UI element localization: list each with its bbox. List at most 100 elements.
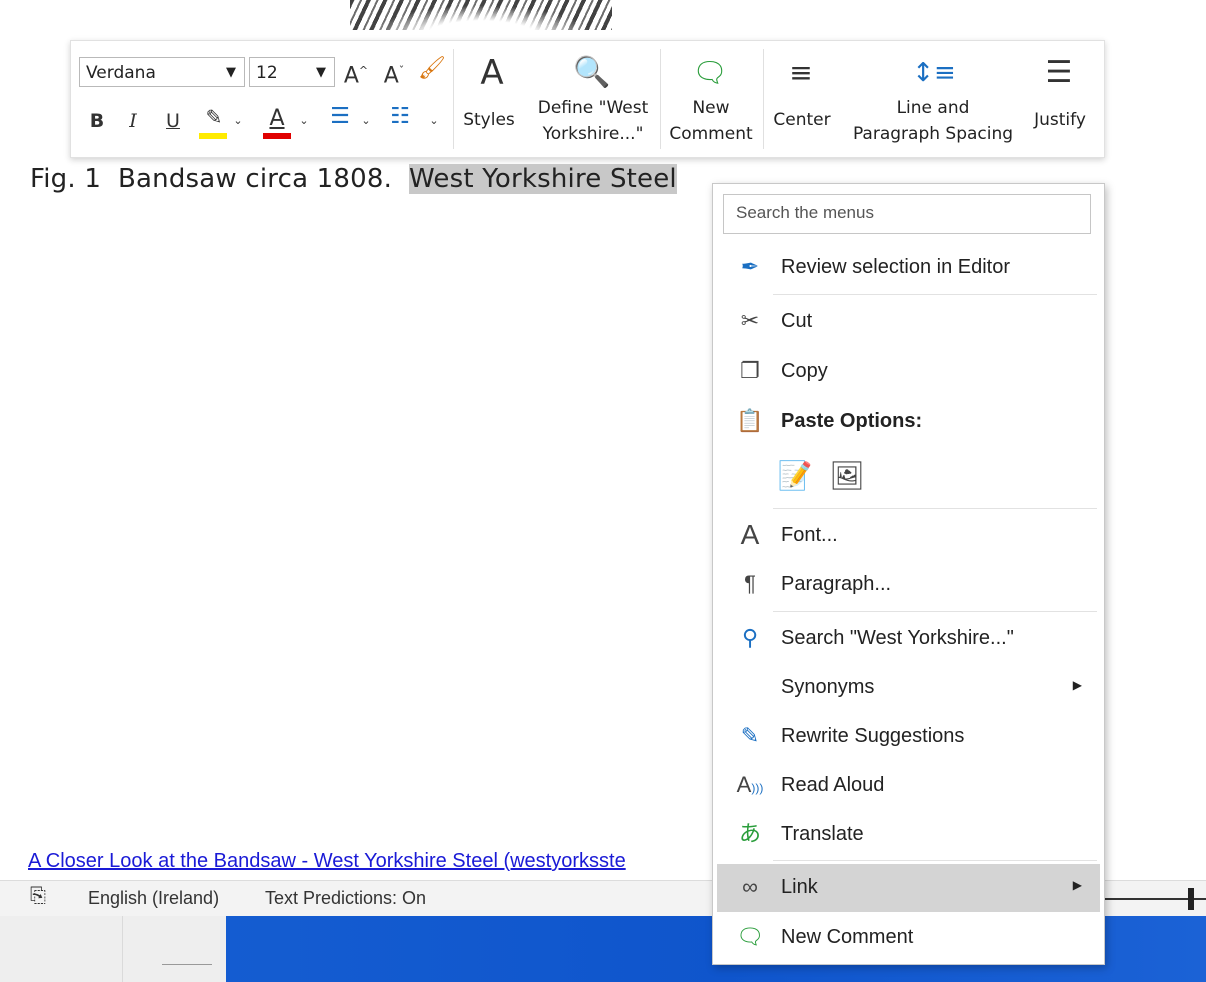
spacing-line2: Paragraph Spacing — [852, 124, 1014, 144]
font-name-value: Verdana — [86, 63, 156, 83]
font-size-value: 12 — [256, 63, 278, 83]
styles-button[interactable]: Styles — [459, 107, 519, 133]
zoom-slider-thumb[interactable] — [1188, 888, 1194, 910]
chevron-down-icon[interactable]: ⌄ — [231, 109, 245, 133]
proofing-icon[interactable]: ⎘ — [30, 885, 46, 908]
menu-item-label: Paragraph... — [781, 573, 892, 595]
figure-caption[interactable]: Fig. 1 Bandsaw circa 1808. West Yorkshir… — [30, 164, 677, 194]
document-image — [350, 0, 612, 30]
chevron-down-icon[interactable]: ⌄ — [427, 109, 441, 133]
document-hyperlink[interactable]: A Closer Look at the Bandsaw - West York… — [28, 850, 626, 873]
menu-item-synonyms[interactable]: Synonyms ▶ — [717, 664, 1100, 710]
define-button[interactable]: Define "West Yorkshire..." — [529, 95, 657, 147]
editor-pen-icon: ✒ — [740, 254, 760, 279]
format-painter-icon[interactable]: 🖌 — [417, 57, 447, 81]
rewrite-icon: ✎ — [740, 723, 760, 748]
caption-text: Fig. 1 Bandsaw circa 1808. — [30, 164, 410, 194]
highlight-button[interactable]: ✎ — [197, 105, 231, 130]
justify-button[interactable]: Justify — [1027, 107, 1093, 133]
font-icon: A — [740, 519, 760, 550]
grow-font-button[interactable]: A^ — [341, 59, 371, 88]
menu-item-label: Synonyms — [781, 676, 875, 698]
font-name-combo[interactable]: Verdana ▼ — [79, 57, 245, 87]
underline-button[interactable]: U — [161, 109, 185, 133]
menu-item-new-comment[interactable]: 🗨 New Comment — [717, 914, 1100, 960]
font-size-combo[interactable]: 12 ▼ — [249, 57, 335, 87]
menu-item-link[interactable]: ∞ Link ▶ — [717, 864, 1100, 912]
justify-icon[interactable]: ☰ — [1037, 53, 1081, 93]
highlight-swatch — [199, 133, 227, 139]
menu-item-label: Read Aloud — [781, 774, 885, 796]
menu-item-label: Rewrite Suggestions — [781, 725, 965, 747]
taskbar-divider — [122, 916, 123, 982]
menu-item-search[interactable]: ⚲ Search "West Yorkshire..." — [717, 615, 1100, 661]
chevron-down-icon[interactable]: ▼ — [226, 58, 236, 88]
search-icon: ⚲ — [741, 625, 759, 650]
styles-icon[interactable]: A — [467, 51, 517, 95]
line-spacing-button[interactable]: Line and Paragraph Spacing — [841, 95, 1025, 147]
toolbar-divider — [453, 49, 454, 149]
align-center-icon[interactable]: ≡ — [781, 53, 821, 93]
translate-icon: あ — [738, 821, 761, 846]
menu-item-cut[interactable]: ✂ Cut — [717, 298, 1100, 344]
line-spacing-icon[interactable]: ↕≡ — [909, 53, 959, 93]
new-comment-icon[interactable]: 🗨 — [685, 53, 735, 93]
menu-item-rewrite-suggestions[interactable]: ✎ Rewrite Suggestions — [717, 713, 1100, 759]
menu-item-translate[interactable]: あ Translate — [717, 811, 1100, 857]
menu-separator — [773, 508, 1097, 509]
define-label-line1: Define "West — [537, 98, 649, 118]
menu-item-label: Translate — [781, 823, 864, 845]
highlighter-icon: ✎ — [205, 105, 223, 129]
scissors-icon: ✂ — [740, 308, 760, 333]
menu-separator — [773, 860, 1097, 861]
context-menu: Search the menus ✒ Review selection in E… — [712, 183, 1105, 965]
italic-button[interactable]: I — [121, 109, 145, 133]
underline-label: U — [166, 110, 180, 132]
menu-item-read-aloud[interactable]: A))) Read Aloud — [717, 762, 1100, 808]
bold-button[interactable]: B — [85, 109, 109, 133]
define-label-line2: Yorkshire..." — [542, 124, 644, 144]
menu-item-paragraph[interactable]: ¶ Paragraph... — [717, 561, 1100, 607]
menu-item-copy[interactable]: ❐ Copy — [717, 348, 1100, 394]
paragraph-icon: ¶ — [744, 571, 756, 596]
menu-item-paste-options: 📋 Paste Options: — [717, 398, 1100, 444]
bold-label: B — [89, 110, 105, 132]
chevron-down-icon[interactable]: ▼ — [316, 58, 326, 88]
paste-picture-icon[interactable]: 🖼 — [829, 458, 865, 494]
toolbar-divider — [660, 49, 661, 149]
menu-separator — [773, 294, 1097, 295]
shrink-font-button[interactable]: Aˇ — [379, 59, 409, 88]
toolbar-divider — [763, 49, 764, 149]
numbering-icon[interactable]: ☷ — [385, 105, 415, 129]
selected-text[interactable]: West Yorkshire Steel — [409, 164, 677, 194]
chevron-down-icon[interactable]: ⌄ — [297, 109, 311, 133]
menu-item-label: Copy — [781, 360, 828, 382]
menu-item-label: Paste Options: — [781, 410, 923, 432]
taskbar-indicator — [162, 964, 212, 965]
bullets-icon[interactable]: ☰ — [325, 105, 355, 129]
text-predictions-status[interactable]: Text Predictions: On — [265, 888, 426, 909]
copy-icon: ❐ — [740, 358, 760, 383]
menu-item-label: Font... — [781, 524, 838, 546]
language-status[interactable]: English (Ireland) — [88, 888, 219, 909]
new-comment-line1: New — [692, 98, 730, 118]
define-icon[interactable]: 🔍 — [567, 51, 617, 95]
spacing-line1: Line and — [896, 98, 970, 118]
menu-item-label: Review selection in Editor — [781, 256, 1010, 278]
font-color-swatch — [263, 133, 291, 139]
menu-item-review-selection[interactable]: ✒ Review selection in Editor — [717, 244, 1100, 290]
taskbar-panel — [0, 916, 226, 982]
menu-item-label: Search "West Yorkshire..." — [781, 627, 1014, 649]
menu-item-font[interactable]: A Font... — [717, 512, 1100, 558]
paste-keep-formatting-icon[interactable]: 📝 — [777, 458, 813, 494]
center-button[interactable]: Center — [767, 107, 837, 133]
menu-item-label: Cut — [781, 310, 813, 332]
font-color-button[interactable]: A — [263, 107, 291, 131]
chevron-down-icon[interactable]: ⌄ — [359, 109, 373, 133]
submenu-arrow-icon: ▶ — [1072, 878, 1082, 892]
menu-separator — [773, 611, 1097, 612]
menu-search-input[interactable]: Search the menus — [723, 194, 1091, 234]
new-comment-button[interactable]: New Comment — [663, 95, 759, 147]
menu-item-label: Link — [781, 876, 818, 898]
clipboard-icon: 📋 — [736, 408, 764, 433]
